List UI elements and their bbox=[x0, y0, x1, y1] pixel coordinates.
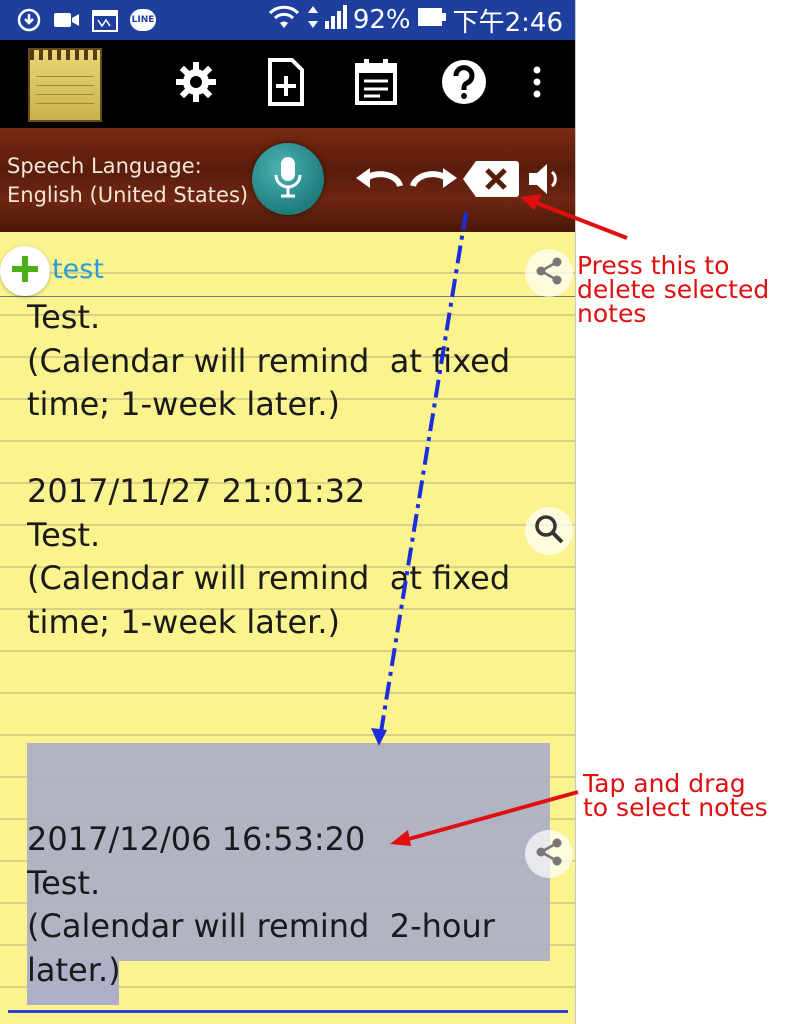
speech-language-value: English (United States) bbox=[7, 183, 249, 207]
calendar-button[interactable] bbox=[350, 58, 402, 110]
app-toolbar bbox=[0, 40, 575, 128]
microphone-icon bbox=[273, 155, 303, 203]
undo-icon bbox=[356, 164, 404, 198]
share-icon bbox=[534, 837, 564, 871]
select-hint-annotation: Tap and drag to select notes bbox=[583, 769, 768, 822]
share-button-selection[interactable] bbox=[525, 830, 573, 878]
plus-icon bbox=[9, 253, 41, 289]
app-logo[interactable] bbox=[28, 48, 102, 122]
new-note-icon bbox=[266, 58, 306, 110]
battery-percent: 92% bbox=[352, 5, 411, 35]
calendar-notification-icon bbox=[92, 9, 118, 32]
speaker-button[interactable] bbox=[526, 162, 562, 200]
note-title-row: test bbox=[0, 232, 575, 297]
sync-icon bbox=[16, 8, 42, 32]
microphone-button[interactable] bbox=[252, 143, 324, 215]
calendar-icon bbox=[354, 59, 398, 109]
new-note-button[interactable] bbox=[260, 58, 312, 110]
note-body-text[interactable]: Test. (Calendar will remind at fixed tim… bbox=[27, 296, 547, 1004]
add-note-button[interactable] bbox=[0, 246, 50, 296]
note-title[interactable]: test bbox=[52, 254, 104, 285]
note-editor[interactable]: test Test. (Calendar will remind at fixe… bbox=[0, 232, 575, 1024]
share-icon bbox=[534, 256, 564, 290]
share-button-top[interactable] bbox=[525, 249, 573, 297]
signal-icon bbox=[324, 4, 347, 36]
redo-icon bbox=[409, 164, 457, 198]
phone-screen: LINE 92% 下午2:46 Speech Language: English… bbox=[0, 0, 576, 1024]
status-bar: LINE 92% 下午2:46 bbox=[0, 0, 575, 40]
help-icon bbox=[441, 59, 487, 109]
undo-button[interactable] bbox=[355, 162, 405, 200]
text-cursor-underline bbox=[8, 1010, 568, 1013]
delete-selected-button[interactable] bbox=[462, 159, 520, 203]
delete-hint-annotation: Press this to delete selected notes bbox=[577, 251, 770, 328]
clock: 下午2:46 bbox=[452, 7, 563, 38]
data-arrows-icon bbox=[307, 4, 319, 37]
speaker-icon bbox=[527, 162, 561, 200]
redo-button[interactable] bbox=[408, 162, 458, 200]
speech-language-label[interactable]: Speech Language: English (United States) bbox=[7, 152, 248, 210]
backspace-delete-icon bbox=[462, 159, 520, 203]
settings-icon bbox=[174, 60, 218, 108]
speech-bar: Speech Language: English (United States) bbox=[0, 128, 575, 232]
overflow-menu-button[interactable] bbox=[514, 58, 560, 110]
speech-language-caption: Speech Language: bbox=[7, 154, 202, 178]
video-camera-icon bbox=[54, 9, 80, 31]
settings-button[interactable] bbox=[170, 58, 222, 110]
wifi-icon bbox=[267, 4, 301, 37]
overflow-menu-icon bbox=[532, 66, 542, 102]
battery-icon bbox=[417, 5, 447, 35]
line-app-icon: LINE bbox=[130, 9, 156, 31]
help-button[interactable] bbox=[438, 58, 490, 110]
